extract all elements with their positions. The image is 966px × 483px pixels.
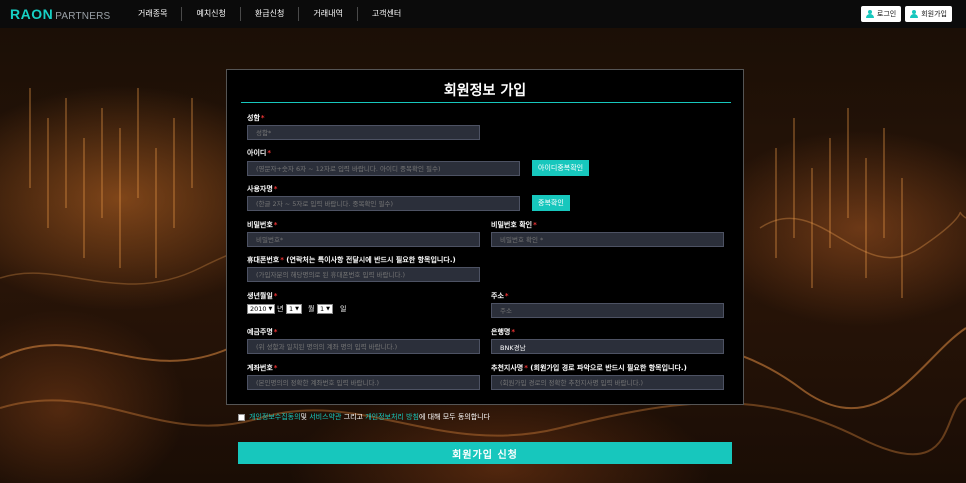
address-label: 주소*	[491, 292, 509, 300]
privacy-policy-link[interactable]: 개인정보처리 방침	[365, 413, 419, 421]
password-confirm-label: 비밀번호 확인*	[491, 221, 537, 229]
logo-sub-text: PARTNERS	[55, 11, 111, 22]
login-label: 로그인	[876, 11, 897, 18]
birth-year-unit: 년	[277, 305, 284, 313]
birth-day-unit: 일	[340, 305, 347, 313]
depositor-input[interactable]	[247, 339, 480, 354]
birth-month-select[interactable]: 1 ▼	[286, 304, 302, 314]
signup-label: 회원가입	[921, 11, 947, 18]
username-duplicate-check-button[interactable]: 중복확인	[532, 195, 570, 211]
logo-main-text: RAON	[10, 6, 54, 22]
bank-label: 은행명*	[491, 328, 515, 336]
form-title: 회원정보 가입	[443, 83, 527, 99]
signup-button[interactable]: 회원가입	[905, 6, 952, 22]
name-input[interactable]	[247, 125, 480, 140]
nav-item-customer-center[interactable]: 고객센터	[358, 7, 415, 21]
password-confirm-input[interactable]	[491, 232, 724, 247]
signup-form-panel: 회원정보 가입 성함* 아이디* 아이디중복확인 사용자명* 중복확인 비밀번호…	[226, 69, 744, 405]
agreement-checkbox[interactable]	[238, 413, 245, 421]
account-label: 계좌번호*	[247, 364, 278, 372]
birth-day-select[interactable]: 1 ▼	[317, 304, 333, 314]
chevron-down-icon: ▼	[326, 306, 330, 312]
nav-item-trading-items[interactable]: 거래종목	[124, 7, 183, 21]
terms-of-service-link[interactable]: 서비스약관	[309, 413, 341, 421]
login-button[interactable]: 로그인	[860, 6, 902, 22]
agreement-text: 개인정보수집동의및 서비스약관 그리고 개인정보처리 방침에 대해 모두 동의합…	[249, 413, 491, 421]
birth-label: 생년월일*	[247, 292, 278, 300]
password-input[interactable]	[247, 232, 480, 247]
user-plus-icon	[910, 10, 919, 18]
bank-input[interactable]	[491, 339, 724, 354]
account-input[interactable]	[247, 375, 480, 390]
auth-buttons: 로그인 회원가입	[860, 6, 952, 22]
username-input[interactable]	[247, 196, 520, 211]
title-divider	[241, 102, 731, 103]
password-label: 비밀번호*	[247, 221, 278, 229]
username-label: 사용자명*	[247, 185, 278, 193]
chevron-down-icon: ▼	[295, 306, 299, 312]
agreement-row: 개인정보수집동의및 서비스약관 그리고 개인정보처리 방침에 대해 모두 동의합…	[238, 412, 490, 422]
address-input[interactable]	[491, 303, 724, 318]
top-navigation-bar: RAON PARTNERS 거래종목 예치신청 환급신청 거래내역 고객센터 로…	[0, 0, 966, 28]
brand-logo[interactable]: RAON PARTNERS	[10, 6, 110, 22]
userid-input[interactable]	[247, 161, 520, 176]
referrer-label: 추천지사명* (회원가입 경로 파악으로 반드시 필요한 항목입니다.)	[491, 364, 687, 372]
nav-item-trade-history[interactable]: 거래내역	[299, 7, 358, 21]
main-nav: 거래종목 예치신청 환급신청 거래내역 고객센터	[124, 0, 415, 28]
depositor-label: 예금주명*	[247, 328, 278, 336]
privacy-collection-link[interactable]: 개인정보수집동의	[249, 413, 301, 421]
referrer-input[interactable]	[491, 375, 724, 390]
chevron-down-icon: ▼	[268, 306, 273, 312]
nav-item-deposit-request[interactable]: 예치신청	[182, 7, 241, 21]
userid-duplicate-check-button[interactable]: 아이디중복확인	[532, 160, 590, 176]
userid-label: 아이디*	[247, 149, 271, 157]
name-label: 성함*	[247, 114, 265, 122]
phone-label: 휴대폰번호* (연락처는 특이사항 전달시에 반드시 필요한 항목입니다.)	[247, 256, 456, 264]
birth-year-select[interactable]: 2010 ▼	[247, 304, 276, 314]
nav-item-refund-request[interactable]: 환급신청	[241, 7, 300, 21]
user-icon	[865, 10, 874, 18]
phone-input[interactable]	[247, 267, 480, 282]
birth-month-unit: 월	[308, 305, 315, 313]
signup-submit-button[interactable]: 회원가입 신청	[238, 442, 732, 464]
